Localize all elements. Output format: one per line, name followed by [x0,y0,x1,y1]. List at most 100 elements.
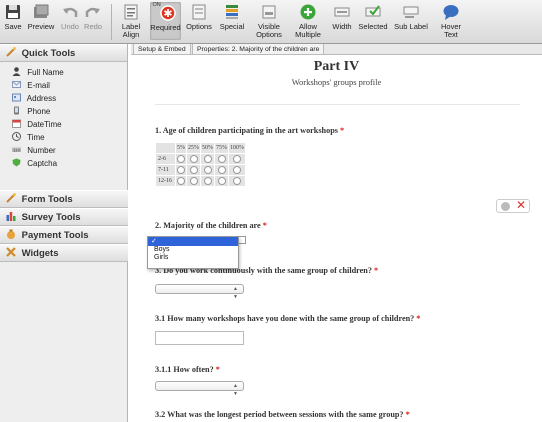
visible-options-icon [260,3,278,21]
label-align-button[interactable]: Label Align [118,3,144,39]
page-subtitle: Workshops' groups profile [291,77,382,87]
selected-button[interactable]: Selected [358,3,388,31]
radio-button[interactable] [217,177,226,185]
preview-icon [32,3,50,21]
sidebar-item-number[interactable]: 123 Number [0,144,127,157]
width-icon [333,3,351,21]
grid-row-label: 12-16 [155,175,176,187]
required-toggle-on-label: ON [152,2,161,8]
radio-button[interactable] [217,155,226,163]
sidebar-item-time[interactable]: Time [0,131,127,144]
special-button[interactable]: Special [218,3,246,31]
required-asterisk: * [416,314,421,323]
sidebar-item-datetime[interactable]: DateTime [0,118,127,131]
tab-properties[interactable]: Properties: 2. Majority of the children … [192,44,325,55]
radio-button[interactable] [203,177,212,185]
sidebar-item-phone[interactable]: Phone [0,105,127,118]
question-2-label: 2. Majority of the children are * [155,221,267,230]
undo-icon [61,3,79,21]
grid-corner [155,142,176,154]
sidebar-item-captcha[interactable]: Captcha [0,157,127,170]
money-bag-icon [6,228,16,239]
age-percentage-matrix: 5% 25% 50% 75% 100% 2-6 7-11 12-16 [155,142,246,187]
required-button[interactable]: ON ✱ Required [150,2,181,40]
dropdown-option-girls[interactable]: Girls [148,254,238,262]
preview-button[interactable]: Preview [27,3,55,31]
calendar-icon [12,119,21,128]
grid-col-header: 5% [175,142,187,154]
form-tools-header[interactable]: Form Tools [0,190,128,208]
survey-tools-header[interactable]: Survey Tools [0,208,128,226]
person-icon [12,67,21,76]
widgets-header[interactable]: Widgets [0,244,128,262]
page-title: Part IV [313,59,360,74]
question-3-select[interactable]: ▲ ▼ [155,284,244,300]
label-align-icon [122,3,140,21]
width-button[interactable]: Width [331,3,353,31]
selected-checkbox-icon [364,3,382,21]
required-asterisk: * [405,410,410,419]
visible-options-button[interactable]: Visible Options [253,3,285,39]
envelope-icon [12,80,21,89]
wand-icon [6,46,16,57]
dropdown-option-blank[interactable]: ✓ [148,237,238,246]
radio-button[interactable] [203,166,212,174]
quick-tools-header[interactable]: Quick Tools [0,44,127,62]
radio-button[interactable] [189,155,198,163]
required-asterisk: * [262,221,267,230]
required-asterisk: * [373,266,379,275]
save-button[interactable]: Save [3,3,23,31]
radio-button[interactable] [203,155,212,163]
bar-chart-icon [6,210,16,221]
select-arrows-icon: ▲ ▼ [233,384,238,397]
undo-button[interactable]: Undo [60,3,80,31]
sidebar-item-email[interactable]: E-mail [0,79,127,92]
sub-label-icon [402,3,420,21]
radio-button[interactable] [233,166,241,174]
sub-label-button[interactable]: Sub Label [393,3,429,31]
clock-icon [12,132,21,141]
select-arrows-icon: ▲ ▼ [233,287,238,300]
question-3-2-label: 3.2 What was the longest period between … [155,410,410,419]
grid-col-header: 75% [214,142,229,154]
radio-button[interactable] [177,166,185,174]
special-list-icon [223,3,241,21]
payment-tools-header[interactable]: Payment Tools [0,226,128,244]
radio-button[interactable] [233,177,241,185]
address-card-icon [12,93,21,102]
radio-button[interactable] [177,177,185,185]
number-icon: 123 [12,145,21,154]
phone-icon [12,106,21,115]
radio-button[interactable] [177,155,185,163]
radio-button[interactable] [233,155,241,163]
required-asterisk: * [215,365,220,374]
grid-col-header: 50% [200,142,215,154]
sidebar-item-full-name[interactable]: Full Name [0,66,127,79]
sidebar: Quick Tools Full Name E-mail Address Pho… [0,44,128,422]
question-3-1-label: 3.1 How many workshops have you done wit… [155,314,421,323]
hover-text-button[interactable]: Hover Text [436,3,466,39]
question-3-1-1-label: 3.1.1 How often? * [155,365,220,374]
delete-icon[interactable]: ✕ [516,198,526,212]
radio-button[interactable] [189,177,198,185]
options-button[interactable]: Options [184,3,214,31]
gender-dropdown-menu: ✓ Boys Girls [147,236,239,269]
edit-options-icon[interactable] [238,236,246,244]
redo-button[interactable]: Redo [83,3,103,31]
shield-icon [12,158,21,167]
settings-icon[interactable] [501,202,510,211]
sidebar-item-address[interactable]: Address [0,92,127,105]
svg-text:123: 123 [13,148,20,152]
radio-button[interactable] [189,166,198,174]
radio-button[interactable] [217,166,226,174]
redo-icon [84,3,102,21]
allow-multiple-button[interactable]: Allow Multiple [291,3,325,39]
grid-col-header: 100% [228,142,246,154]
question-3-1-1-select[interactable]: ▲ ▼ [155,381,244,397]
workshops-count-input[interactable] [155,331,244,345]
grid-row-label: 2-6 [155,153,176,165]
toolbar-separator [111,4,112,40]
svg-text:✱: ✱ [163,7,172,20]
tab-setup-embed[interactable]: Setup & Embed [133,44,191,55]
dropdown-option-boys[interactable]: Boys [148,246,238,254]
